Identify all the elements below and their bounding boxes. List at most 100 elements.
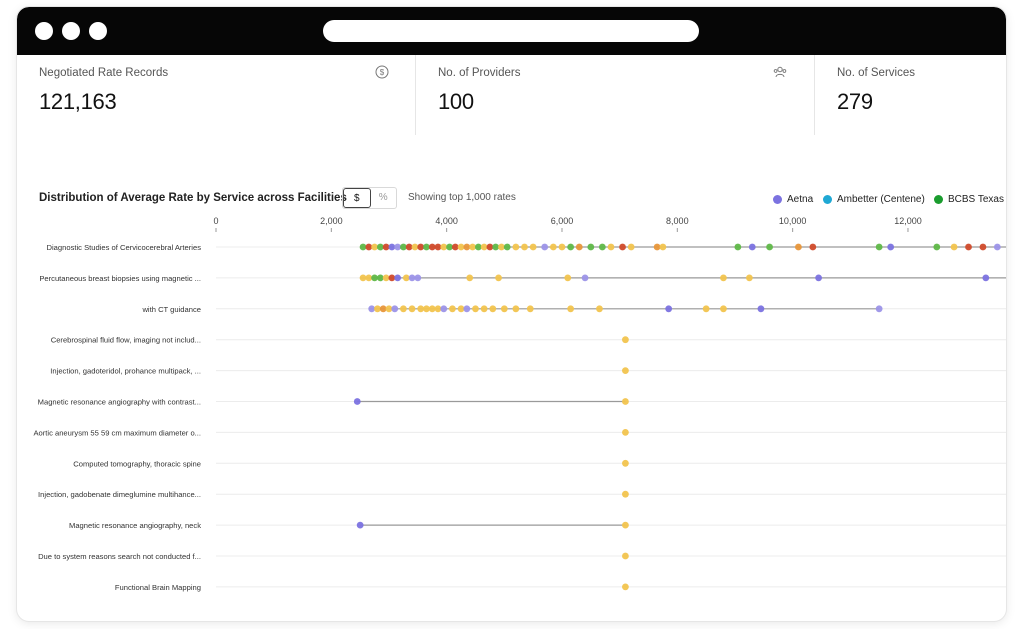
rate-point <box>622 552 629 560</box>
rate-point <box>757 305 765 313</box>
rate-point <box>353 398 361 405</box>
toggle-percent-button[interactable]: % <box>371 188 397 208</box>
toggle-dollar-button[interactable]: $ <box>343 188 371 208</box>
window-dot-close[interactable] <box>35 22 53 40</box>
x-tick-label: 12,000 <box>894 216 922 226</box>
service-label: Percutaneous breast biopsies using magne… <box>39 274 201 283</box>
kpi-card-records: Negotiated Rate Records 121,163 $ <box>17 55 415 135</box>
kpi-value: 121,163 <box>39 89 117 114</box>
rate-point <box>809 243 817 251</box>
rate-point <box>541 243 549 251</box>
rate-point <box>734 243 742 251</box>
rate-point <box>720 274 727 282</box>
service-label: Due to system reasons search not conduct… <box>38 552 201 561</box>
x-tick-label: 6,000 <box>551 216 574 226</box>
legend-item-bcbs-texas[interactable]: BCBS Texas <box>934 192 1004 206</box>
rate-point <box>665 305 673 313</box>
kpi-card-providers: No. of Providers 100 <box>415 55 814 135</box>
rate-point <box>659 243 667 251</box>
rate-point <box>598 243 606 251</box>
rate-point <box>622 429 629 436</box>
rate-point <box>472 305 479 313</box>
rate-point <box>596 305 603 313</box>
service-label: Magnetic resonance angiography with cont… <box>38 398 201 407</box>
rate-point <box>982 274 990 282</box>
service-label: Injection, gadoteridol, prohance multipa… <box>50 367 201 376</box>
rate-point <box>622 490 629 498</box>
rate-point <box>503 243 511 251</box>
rate-point <box>512 305 520 313</box>
legend-item-aetna[interactable]: Aetna <box>773 192 813 206</box>
rate-point <box>587 243 595 251</box>
rate-point <box>965 243 972 251</box>
dashboard-content: Negotiated Rate Records 121,163 $ No. of… <box>17 55 1006 621</box>
rate-point <box>549 243 557 251</box>
rate-point <box>394 274 402 282</box>
browser-window: Negotiated Rate Records 121,163 $ No. of… <box>17 7 1006 621</box>
rate-point <box>526 305 534 313</box>
kpi-value: 100 <box>438 89 474 114</box>
rate-point <box>512 243 520 251</box>
rate-distribution-chart: 0 2,000 4,000 6,000 8,000 10,000 12,000 Diagnos… <box>33 216 1006 592</box>
rate-point <box>979 243 987 251</box>
address-bar[interactable] <box>323 20 699 42</box>
rate-point <box>748 243 756 251</box>
rate-point <box>622 521 629 529</box>
legend-label: Aetna <box>787 193 814 205</box>
rate-point <box>993 243 1001 251</box>
legend-swatch <box>823 194 832 204</box>
rate-point <box>950 243 958 251</box>
x-tick-label: 2,000 <box>320 216 343 226</box>
kpi-card-services: No. of Services 279 <box>814 55 1006 135</box>
legend-swatch <box>934 194 943 204</box>
window-dot-maximize[interactable] <box>89 22 107 40</box>
dollar-icon: $ <box>375 65 389 79</box>
rate-point <box>564 274 572 282</box>
users-icon <box>773 66 787 78</box>
rate-point <box>619 243 626 251</box>
x-tick-label: 4,000 <box>435 216 458 226</box>
legend-label: BCBS Texas <box>948 193 1004 205</box>
rate-point <box>607 243 615 251</box>
rate-point <box>622 398 629 405</box>
rate-point <box>875 243 883 251</box>
rate-point <box>414 274 422 282</box>
rate-point <box>575 243 583 251</box>
rate-point <box>627 243 635 251</box>
rate-point <box>391 305 399 313</box>
rate-point <box>622 583 629 591</box>
service-label: Cerebrospinal fluid flow, imaging not in… <box>51 336 201 345</box>
showing-note: Showing top 1,000 rates <box>408 192 516 203</box>
x-tick-label: 0 <box>213 216 218 226</box>
service-label: Injection, gadobenate dimeglumine multih… <box>38 490 201 499</box>
window-dot-minimize[interactable] <box>62 22 80 40</box>
rate-point <box>480 305 488 313</box>
unit-toggle: $ % <box>342 187 397 209</box>
rate-point <box>745 274 753 282</box>
rate-point <box>567 305 575 313</box>
rate-point <box>408 305 416 313</box>
kpi-value: 279 <box>837 89 873 114</box>
legend-item-ambetter[interactable]: Ambetter (Centene) <box>823 192 925 206</box>
rate-point <box>449 305 456 313</box>
x-tick-label: 10,000 <box>779 216 807 226</box>
rate-point <box>466 274 474 282</box>
service-label: with CT guidance <box>141 305 201 314</box>
chart-title: Distribution of Average Rate by Service … <box>39 192 347 204</box>
rate-point <box>795 243 802 251</box>
rate-point <box>440 305 448 313</box>
rate-point <box>495 274 502 282</box>
rate-point <box>581 274 589 282</box>
rate-point <box>875 305 883 313</box>
legend-swatch <box>773 194 782 204</box>
rate-point <box>529 243 537 251</box>
browser-titlebar <box>17 7 1006 55</box>
rate-point <box>766 243 773 251</box>
kpi-label: Negotiated Rate Records <box>39 67 169 79</box>
service-label: Functional Brain Mapping <box>115 583 201 592</box>
rate-point <box>400 305 407 313</box>
rate-point <box>887 243 895 251</box>
rate-point <box>622 336 629 344</box>
kpi-label: No. of Services <box>837 67 915 79</box>
legend-label: Ambetter (Centene) <box>837 193 925 205</box>
